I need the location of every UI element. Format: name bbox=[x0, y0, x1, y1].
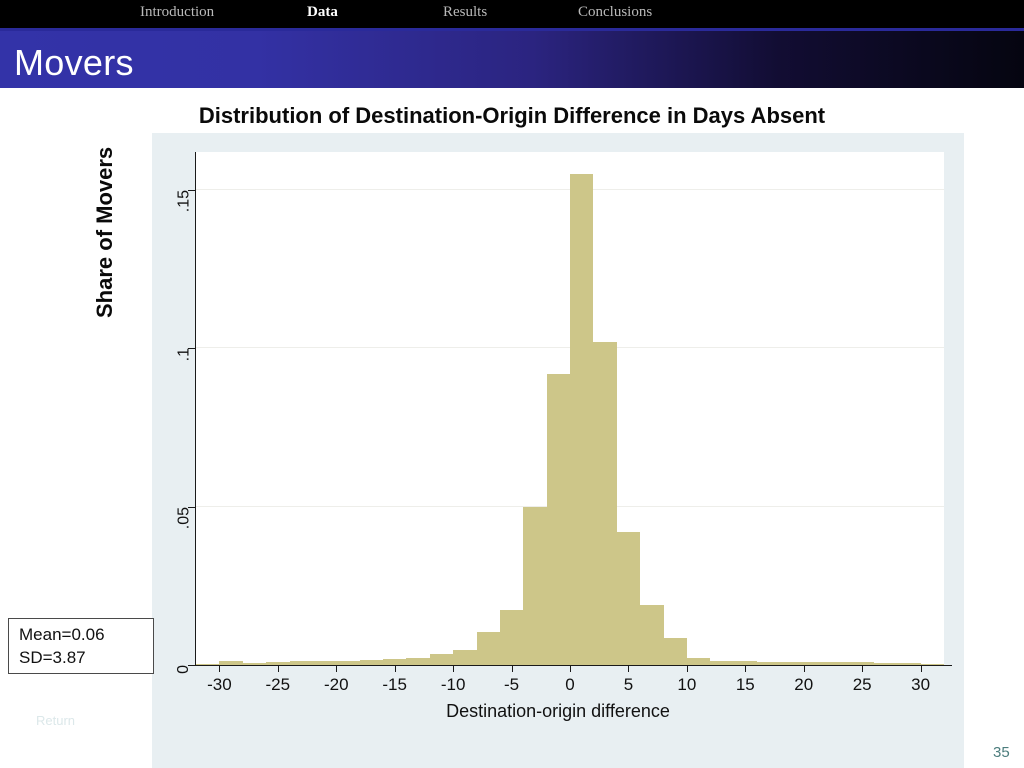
nav-item-results[interactable]: Results bbox=[443, 4, 487, 21]
chart-x-tick-label: 0 bbox=[565, 675, 575, 694]
chart-x-tick-label: -30 bbox=[207, 675, 232, 694]
chart-x-tick-label: 10 bbox=[677, 675, 697, 694]
chart-x-tick bbox=[628, 665, 630, 672]
chart-bar bbox=[663, 638, 687, 665]
chart-x-tick-label: -25 bbox=[265, 675, 291, 694]
chart-bar bbox=[570, 174, 594, 665]
chart-x-tick bbox=[219, 665, 221, 672]
chart-x-tick bbox=[336, 665, 338, 672]
stats-mean-label: Mean=0.06 bbox=[19, 625, 105, 644]
navigation-bar: Introduction Data Results Conclusions bbox=[0, 0, 1024, 28]
chart-bar bbox=[476, 631, 500, 665]
chart-bar bbox=[453, 649, 477, 665]
chart-x-tick-label: -5 bbox=[504, 675, 520, 694]
page-number: 35 bbox=[993, 744, 1010, 761]
chart-y-tick-label: .1 bbox=[175, 348, 192, 362]
chart-x-tick bbox=[745, 665, 747, 672]
chart-y-axis-line bbox=[195, 152, 196, 666]
chart-x-tick-label: 5 bbox=[623, 675, 634, 694]
title-band-separator bbox=[0, 28, 1024, 31]
chart-x-tick bbox=[277, 665, 279, 672]
return-link[interactable]: Return bbox=[36, 713, 75, 728]
chart-bar bbox=[523, 506, 547, 665]
slide-title-band bbox=[0, 28, 1024, 88]
chart-x-tick bbox=[570, 665, 571, 672]
chart-x-tick bbox=[920, 665, 922, 672]
nav-item-data[interactable]: Data bbox=[307, 4, 338, 21]
stats-annotation-box: Mean=0.06 SD=3.87 bbox=[8, 618, 154, 674]
chart-y-tick-label: .15 bbox=[175, 190, 192, 213]
chart-y-tick-label: 0 bbox=[175, 665, 192, 674]
chart-x-tick bbox=[453, 665, 455, 672]
chart-x-axis-title: Destination-origin difference bbox=[446, 701, 670, 721]
chart-x-tick bbox=[511, 665, 513, 672]
chart-panel: 0.05.1.15 -30 -25 -20 -15 -10 -5 0 5 10 15 20 25 30 … bbox=[152, 133, 964, 768]
page-title: Movers bbox=[14, 42, 134, 83]
chart-x-tick-label: -20 bbox=[323, 675, 349, 694]
chart-x-tick-label: 25 bbox=[852, 675, 872, 694]
chart-bar bbox=[499, 609, 524, 665]
chart-x-tick bbox=[803, 665, 805, 672]
chart-bar bbox=[546, 373, 570, 665]
chart-bar bbox=[616, 532, 641, 665]
chart-bar bbox=[406, 658, 430, 665]
chart-bar bbox=[640, 604, 664, 665]
nav-item-introduction[interactable]: Introduction bbox=[140, 4, 214, 21]
chart-x-tick-label: -10 bbox=[440, 675, 466, 694]
stats-sd-label: SD=3.87 bbox=[19, 647, 86, 667]
chart-title: Distribution of Destination-Origin Diffe… bbox=[198, 103, 826, 128]
nav-item-conclusions[interactable]: Conclusions bbox=[578, 4, 652, 21]
chart-x-tick bbox=[394, 665, 396, 672]
chart-plot-area bbox=[196, 152, 944, 665]
chart-x-tick-label: 20 bbox=[794, 675, 814, 694]
chart-x-tick-label: 30 bbox=[911, 675, 931, 694]
chart-x-tick-label: 15 bbox=[735, 675, 755, 694]
chart-bar bbox=[686, 658, 711, 665]
chart-bar bbox=[429, 653, 454, 665]
chart-x-tick bbox=[686, 665, 688, 672]
chart-x-tick bbox=[862, 665, 864, 672]
slide: Introduction Data Results Conclusions Mover… bbox=[0, 0, 1024, 768]
chart-y-tick-label: .05 bbox=[175, 506, 192, 529]
chart-bar bbox=[593, 342, 617, 665]
chart-x-tick-label: -15 bbox=[382, 675, 407, 694]
chart-y-axis-title: Share of Movers bbox=[92, 146, 117, 318]
